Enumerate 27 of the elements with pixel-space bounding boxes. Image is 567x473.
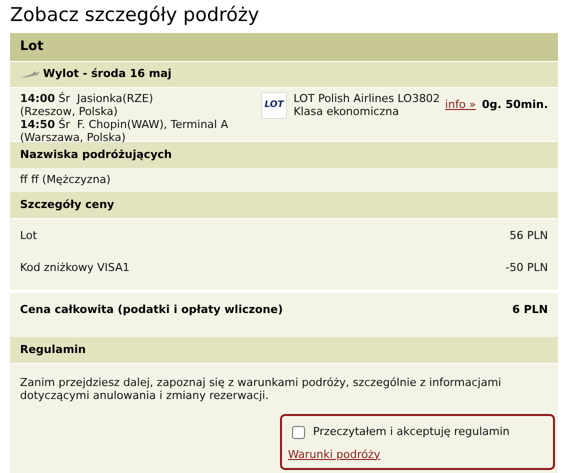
total-amount: 6 PLN xyxy=(512,302,548,318)
price-header: Szczegóły ceny xyxy=(10,192,558,218)
total-label: Cena całkowita (podatki i opłaty wliczone) xyxy=(20,302,283,318)
airplane-icon xyxy=(20,70,40,78)
terms-header: Regulamin xyxy=(10,337,558,363)
terms-link[interactable]: Warunki podróży xyxy=(288,446,380,463)
page-title: Zobacz szczegóły podróży xyxy=(9,3,260,28)
section-header: Lot xyxy=(10,33,558,61)
price-amount: 56 PLN xyxy=(510,228,548,241)
flight-duration: 0g. 50min. xyxy=(480,98,548,111)
airline-logo: LOT xyxy=(260,92,288,119)
passenger-name: ff ff (Mężczyzna) xyxy=(20,172,111,188)
fare-class: Klasa ekonomiczna xyxy=(293,105,400,118)
info-link[interactable]: info » xyxy=(445,98,476,111)
accept-checkbox[interactable] xyxy=(292,426,305,439)
departure-city: (Rzeszow, Polska) xyxy=(20,105,119,118)
accept-label: Przeczytałem i akceptuję regulamin xyxy=(313,424,510,440)
terms-text: Zanim przejdziesz dalej, zapoznaj się z warunkami podróży, szczególnie z informacjami dotyczącymi anulowania i zmiany rezerwacji. xyxy=(20,376,502,402)
arrival-city: (Warszawa, Polska) xyxy=(20,131,127,144)
price-label: Lot xyxy=(20,228,37,241)
price-amount: -50 PLN xyxy=(506,260,548,273)
arrival-info: 14:50 Śr F. Chopin(WAW), Terminal A xyxy=(20,118,230,131)
airline-name: LOT Polish Airlines LO3802 xyxy=(293,92,441,105)
departure-label: Wylot - środa 16 maj xyxy=(43,66,172,82)
departure-info: 14:00 Śr Jasionka(RZE) xyxy=(20,92,154,105)
price-label: Kod zniżkowy VISA1 xyxy=(20,260,130,273)
passengers-header: Nazwiska podróżujących xyxy=(10,142,558,168)
